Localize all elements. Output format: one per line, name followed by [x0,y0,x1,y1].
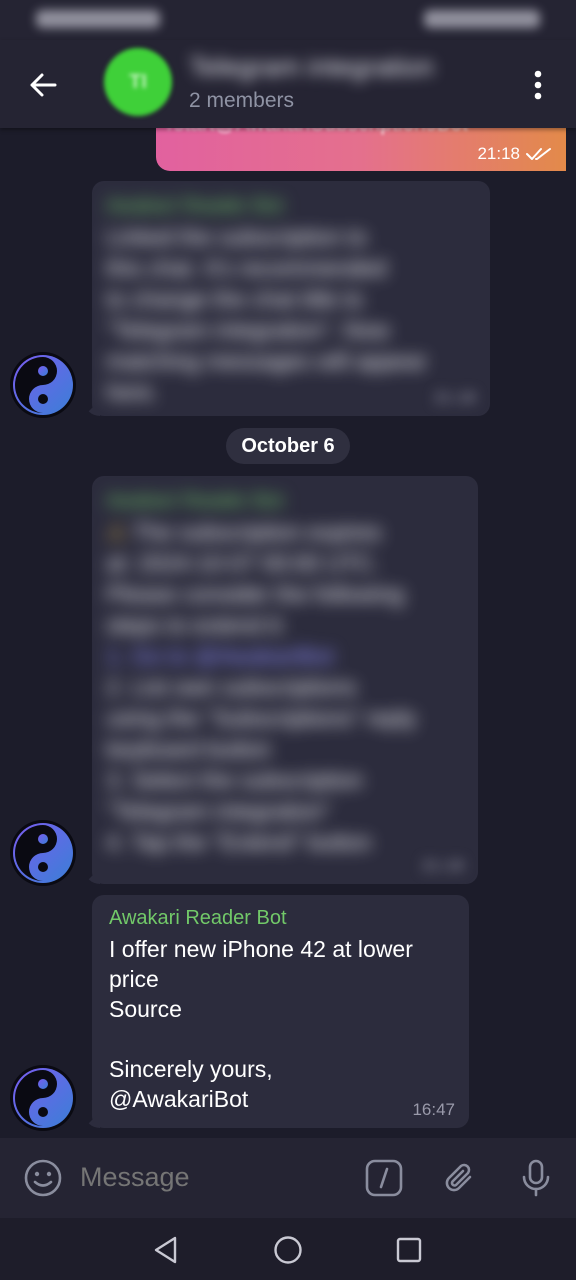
message-line: this chat. It's recommended [106,255,387,281]
chat-title[interactable]: Telegram integration [189,52,434,83]
message-line: ⚠ The subscription expires [106,519,382,545]
message-body: Awakari Reader Bot I offer new iPhone 42… [109,907,413,1114]
date-separator: October 6 [226,428,350,464]
message-line: Please consider the following [106,581,404,607]
system-navigation-bar [0,1218,576,1280]
bubble-tail [84,1112,100,1128]
nav-home-button[interactable] [270,1232,306,1268]
chat-header: TI Telegram integration 2 members [0,40,576,128]
message-line: 3. Select the subscription [106,767,363,793]
bubble-tail [84,868,100,884]
square-recents-icon [396,1237,422,1263]
message-time: 16:47 [412,1100,455,1119]
nav-back-button[interactable] [148,1232,184,1268]
group-avatar[interactable]: TI [104,48,172,116]
bot-commands-button[interactable] [362,1156,406,1200]
message-line: Linked the subscription to [106,224,367,250]
message-line: using the "Subscriptions" reply [106,705,417,731]
circle-home-icon [274,1236,302,1264]
incoming-message-1[interactable]: Awakari Reader Bot Linked the subscripti… [84,181,490,416]
message-line: here. [106,379,159,405]
message-line: 1. Go to @AwakariBot [106,643,334,669]
sender-name: Awakari Reader Bot [106,490,284,512]
message-line: matching messages will appear [106,348,427,374]
message-line: "Telegram integration". Now [106,317,390,343]
message-line: Sincerely yours, [109,1056,273,1082]
message-line: steps to extend it: [106,612,287,638]
slash-command-icon [365,1159,403,1197]
message-line: price [109,966,159,992]
sender-name: Awakari Reader Bot [106,195,284,217]
attach-button[interactable] [438,1156,482,1200]
bot-avatar-icon[interactable] [9,351,77,419]
message-time: 21:18 [421,856,464,875]
message-line: at: 2024-10-07 00:00 UTC. [106,550,380,576]
nav-recents-button[interactable] [391,1232,427,1268]
bot-avatar-icon[interactable] [9,1064,77,1132]
message-line: 4. Tap the "Extend" button [106,829,372,855]
message-line: 2. List own subscriptions [106,674,357,700]
message-line: to change the chat title to [106,286,364,312]
bot-mention-link[interactable]: @AwakariBot [109,1084,413,1114]
members-count: 2 members [189,89,295,112]
arrow-left-icon [30,73,57,97]
outgoing-message-time: 21:18 [477,144,520,163]
triangle-back-icon [154,1236,177,1264]
message-line: keyboard button [106,736,271,762]
more-menu-button[interactable] [518,62,558,108]
message-composer [0,1138,576,1218]
double-check-icon [526,148,551,160]
message-time: 21:18 [433,388,476,407]
outgoing-message-meta: 21:18 [477,144,552,164]
message-input[interactable] [80,1162,340,1193]
incoming-message-2[interactable]: Awakari Reader Bot ⚠ The subscription ex… [84,476,478,884]
sender-name: Awakari Reader Bot [109,907,287,929]
message-line: "Telegram integration" [106,798,331,824]
incoming-message-3[interactable]: Awakari Reader Bot I offer new iPhone 42… [84,895,469,1128]
warning-icon: ⚠ [106,519,127,545]
message-line: I offer new iPhone 42 at lower [109,936,413,962]
microphone-icon [522,1159,550,1197]
emoji-button[interactable] [21,1156,65,1200]
bot-avatar-icon[interactable] [9,819,77,887]
smile-icon [24,1159,62,1197]
source-link[interactable]: Source [109,994,413,1024]
status-bar [0,0,576,40]
voice-record-button[interactable] [514,1156,558,1200]
status-icons-right [424,10,540,28]
back-button[interactable] [20,62,66,108]
more-vertical-icon [534,70,542,100]
status-icons-left [36,10,160,28]
paperclip-icon [445,1163,472,1192]
